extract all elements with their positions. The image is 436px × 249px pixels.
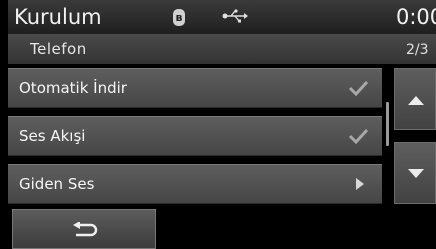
settings-screen: Kurulum ʙ 0:00 Telefon 2/3 Otomatik İndi… [8,0,436,249]
checkmark-icon[interactable] [347,127,369,145]
screen-title: Kurulum [14,5,102,29]
page-indicator: 2/3 [406,42,429,58]
list-item-label: Giden Ses [19,175,95,193]
list-item-ses-akisi[interactable]: Ses Akışi [8,116,382,156]
return-arrow-icon [73,222,98,237]
usb-icon [222,9,248,23]
clock: 0:00 [396,5,436,29]
scroll-up-button[interactable] [394,68,436,130]
triangle-up-icon [408,96,424,105]
list-item-otomatik-indir[interactable]: Otomatik İndir [8,68,382,108]
list-item-giden-ses[interactable]: Giden Ses [8,164,382,204]
section-title: Telefon [30,40,87,58]
scroll-indicator [386,102,389,146]
list-item-label: Ses Akışi [19,127,86,145]
bluetooth-icon: ʙ [173,9,185,26]
arrow-right-icon [356,178,364,190]
scroll-down-button[interactable] [394,142,436,204]
list-item-label: Otomatik İndir [19,79,127,97]
back-button[interactable] [12,209,156,249]
section-header: Telefon 2/3 [8,34,436,64]
triangle-down-icon [408,169,424,178]
checkmark-icon[interactable] [347,79,369,97]
header-bar: Kurulum ʙ 0:00 [8,0,436,34]
